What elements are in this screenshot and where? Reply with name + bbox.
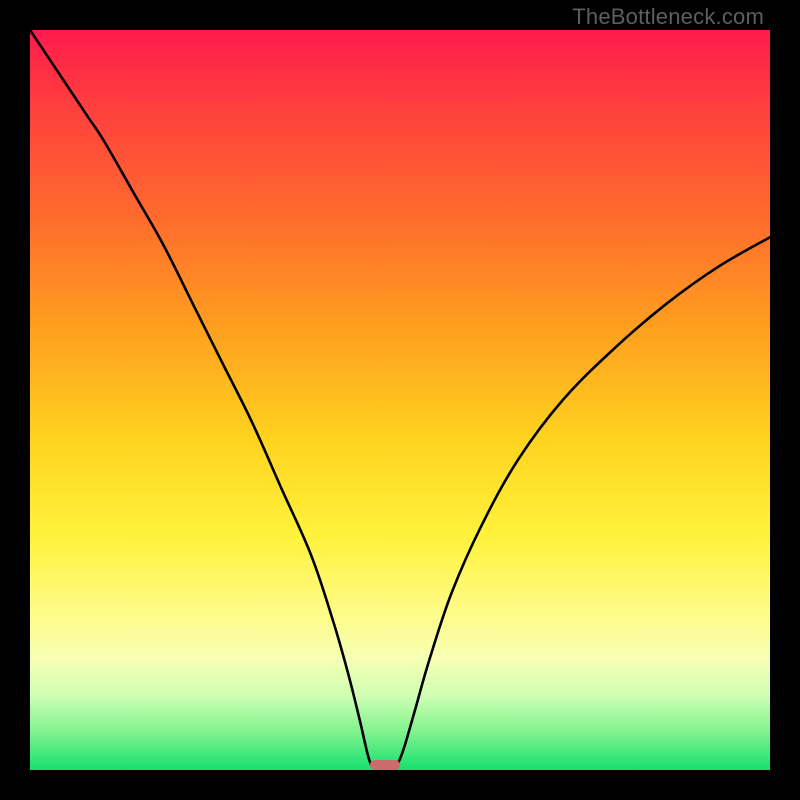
plot-area <box>30 30 770 770</box>
chart-frame: TheBottleneck.com <box>0 0 800 800</box>
left-curve <box>30 30 372 766</box>
curve-layer <box>30 30 770 770</box>
watermark-text: TheBottleneck.com <box>572 4 764 30</box>
right-curve <box>396 237 770 766</box>
bottleneck-marker <box>370 760 400 770</box>
